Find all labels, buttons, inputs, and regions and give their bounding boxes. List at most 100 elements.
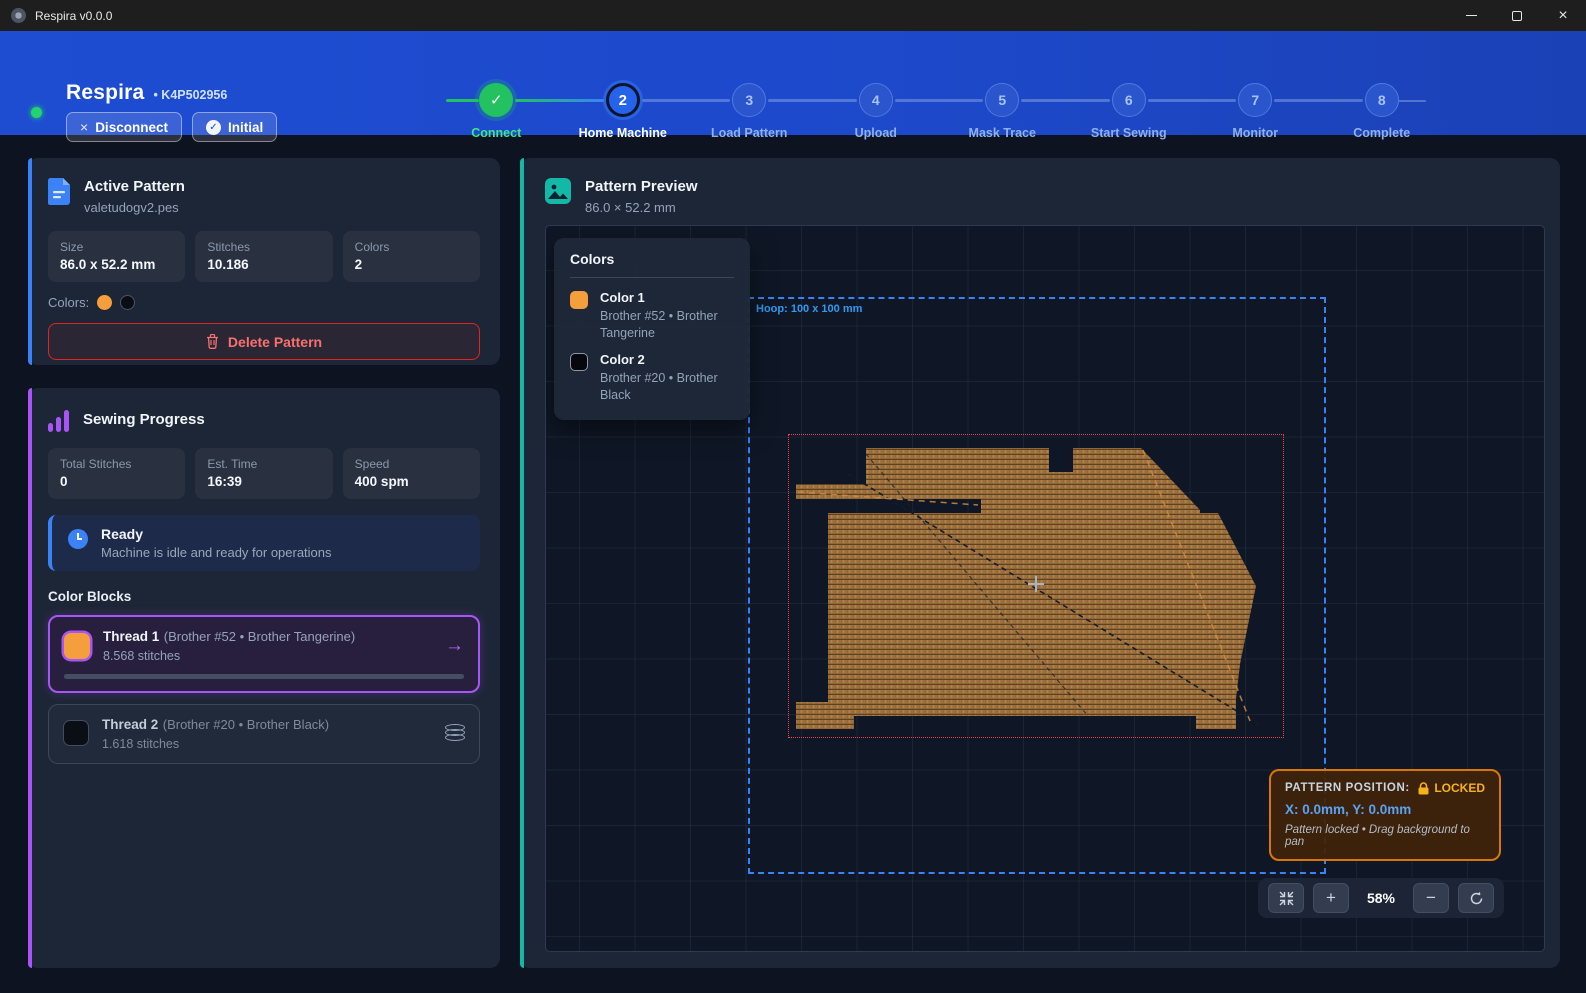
stat-total-stitches: Total Stitches 0 [48,448,185,499]
pattern-preview-card: Pattern Preview 86.0 × 52.2 mm Hoop: 100… [520,158,1560,968]
stat-value: 10.186 [207,257,320,272]
status-description: Machine is idle and ready for operations [101,545,332,560]
step-label: Home Machine [579,126,667,140]
machine-serial: • K4P502956 [153,88,227,102]
stat-label: Total Stitches [60,457,173,471]
stat-value: 0 [60,474,173,489]
step-label: Mask Trace [969,126,1036,140]
card-accent [28,158,32,365]
thread-block-2[interactable]: Thread 2 (Brother #20 • Brother Black) 1… [48,704,480,764]
legend-swatch [570,291,588,309]
stat-label: Size [60,240,173,254]
zoom-out-button[interactable]: − [1413,883,1449,913]
card-title: Sewing Progress [83,411,205,428]
app-header: Respira • K4P502956 × Disconnect ✓ Initi… [0,31,1586,135]
stat-label: Stitches [207,240,320,254]
thread-stitch-count: 1.618 stitches [102,737,329,751]
colors-legend: Colors Color 1 Brother #52 • Brother Tan… [554,238,750,420]
machine-status-banner: Ready Machine is idle and ready for oper… [48,515,480,571]
app-title: Respira v0.0.0 [35,9,112,23]
color-blocks-heading: Color Blocks [48,589,480,604]
step-number: 8 [1365,83,1399,117]
stat-label: Est. Time [207,457,320,471]
stepper-connector [1021,99,1110,102]
initial-button[interactable]: ✓ Initial [192,112,277,142]
image-icon [545,178,571,204]
stat-value: 86.0 x 52.2 mm [60,257,173,272]
reset-view-button[interactable] [1458,883,1494,913]
disconnect-label: Disconnect [95,120,168,135]
stat-label: Speed [355,457,468,471]
plus-icon: + [1326,888,1336,908]
legend-color-desc: Brother #52 • Brother Tangerine [600,308,734,342]
step-number: 5 [985,83,1019,117]
disconnect-x-icon: × [80,119,88,135]
titlebar: Respira v0.0.0 × [0,0,1586,31]
close-button[interactable]: × [1540,0,1586,31]
minimize-icon [1466,15,1477,16]
color-swatch-1 [97,295,112,310]
step-label: Connect [471,126,521,140]
close-icon: × [1558,7,1567,25]
thread-block-1[interactable]: Thread 1 (Brother #52 • Brother Tangerin… [48,615,480,693]
color-swatch-2 [120,295,135,310]
status-title: Ready [101,526,332,542]
connection-status-dot [31,107,42,118]
pattern-position-overlay: PATTERN POSITION: LOCKED X: 0.0mm, Y: 0.… [1269,769,1501,861]
preview-dimensions: 86.0 × 52.2 mm [585,200,698,215]
thread-detail: (Brother #52 • Brother Tangerine) [164,629,355,644]
zoom-level: 58% [1358,890,1404,906]
step-connect[interactable]: ✓ Connect [433,83,560,140]
maximize-button[interactable] [1494,0,1540,31]
thread-name: Thread 1 [103,629,159,644]
fit-to-screen-button[interactable] [1268,883,1304,913]
thread-detail: (Brother #20 • Brother Black) [163,717,329,732]
step-label: Load Pattern [711,126,787,140]
card-title: Pattern Preview [585,178,698,195]
step-complete[interactable]: 8 Complete [1319,83,1446,140]
step-monitor[interactable]: 7 Monitor [1192,83,1319,140]
zoom-in-button[interactable]: + [1313,883,1349,913]
locked-badge: LOCKED [1434,781,1485,795]
step-label: Complete [1353,126,1410,140]
step-check-icon: ✓ [479,83,513,117]
disconnect-button[interactable]: × Disconnect [66,112,182,142]
step-label: Start Sewing [1091,126,1167,140]
stat-value: 2 [355,257,468,272]
app-icon [11,8,26,23]
file-icon [48,178,70,205]
thread-name: Thread 2 [102,717,158,732]
legend-color-desc: Brother #20 • Brother Black [600,370,734,404]
step-start-sewing[interactable]: 6 Start Sewing [1066,83,1193,140]
step-home-machine[interactable]: 2 Home Machine [560,83,687,140]
stat-stitches: Stitches 10.186 [195,231,332,282]
initial-label: Initial [228,120,263,135]
center-crosshair-icon [1028,576,1044,592]
step-mask-trace[interactable]: 5 Mask Trace [939,83,1066,140]
delete-pattern-button[interactable]: Delete Pattern [48,323,480,360]
step-upload[interactable]: 4 Upload [813,83,940,140]
check-circle-icon: ✓ [206,120,221,135]
stat-value: 400 spm [355,474,468,489]
lock-icon [1418,782,1429,795]
legend-color-name: Color 2 [600,352,734,367]
step-label: Monitor [1232,126,1278,140]
preview-canvas[interactable]: Hoop: 100 x 100 mm [545,225,1545,952]
stepper-connector [895,99,984,102]
workflow-stepper: ✓ Connect 2 Home Machine 3 Load Pattern … [433,83,1563,140]
stat-est-time: Est. Time 16:39 [195,448,332,499]
step-load-pattern[interactable]: 3 Load Pattern [686,83,813,140]
step-number: 7 [1238,83,1272,117]
stat-label: Colors [355,240,468,254]
stat-size: Size 86.0 x 52.2 mm [48,231,185,282]
position-label: PATTERN POSITION: [1285,782,1410,794]
legend-entry-color1: Color 1 Brother #52 • Brother Tangerine [570,290,734,342]
step-label: Upload [855,126,897,140]
card-title: Active Pattern [84,178,185,195]
zoom-toolbar: + 58% − [1258,878,1504,918]
card-accent [28,388,32,968]
pattern-filename: valetudogv2.pes [84,200,185,215]
sewing-progress-card: Sewing Progress Total Stitches 0 Est. Ti… [28,388,500,968]
collapse-icon [1279,891,1294,906]
minimize-button[interactable] [1448,0,1494,31]
